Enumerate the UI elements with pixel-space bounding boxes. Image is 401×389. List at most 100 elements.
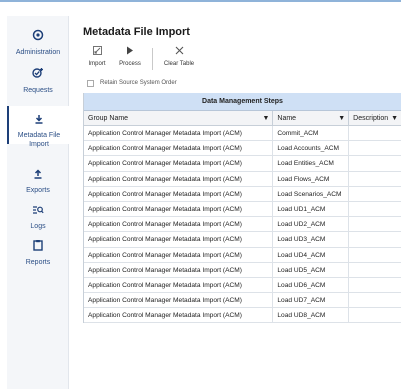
nav-label: Metadata File Import [17, 132, 61, 148]
grid-title: Data Management Steps [84, 93, 401, 111]
nav-label: Exports [26, 187, 50, 194]
clipboard-icon [7, 238, 69, 256]
main-content: Metadata File Import Import Process Clea… [83, 0, 401, 389]
process-button[interactable]: Process [117, 46, 143, 68]
process-label: Process [119, 61, 141, 67]
description-cell[interactable] [349, 263, 401, 277]
name-cell[interactable]: Load UD6_ACM [273, 277, 350, 293]
column-header-label: Name [277, 115, 297, 122]
group-name-cell[interactable]: Application Control Manager Metadata Imp… [84, 201, 274, 217]
group-name-cell[interactable]: Application Control Manager Metadata Imp… [84, 308, 274, 323]
group-name-cell[interactable]: Application Control Manager Metadata Imp… [84, 293, 274, 308]
name-cell[interactable]: Load Scenarios_ACM [273, 186, 350, 201]
nav-label: Logs [30, 223, 46, 230]
name-cell[interactable]: Load UD5_ACM [273, 262, 350, 277]
column-header-group-name[interactable]: Group Name ▼ [84, 111, 274, 126]
table-row[interactable]: Application Control Manager Metadata Imp… [84, 277, 401, 294]
grid-header-row: Group Name ▼ Name ▼ Description ▼ [84, 111, 401, 126]
import-icon [87, 46, 107, 60]
table-row[interactable]: Application Control Manager Metadata Imp… [84, 186, 401, 202]
description-cell[interactable] [349, 232, 401, 246]
table-row[interactable]: Application Control Manager Metadata Imp… [84, 247, 401, 263]
name-cell[interactable]: Load UD4_ACM [273, 247, 350, 262]
description-cell[interactable] [349, 156, 401, 170]
group-name-cell[interactable]: Application Control Manager Metadata Imp… [84, 277, 274, 293]
group-name-cell[interactable]: Application Control Manager Metadata Imp… [84, 247, 274, 262]
description-cell[interactable] [349, 248, 401, 262]
filter-icon[interactable]: ▼ [338, 111, 345, 126]
column-header-name[interactable]: Name ▼ [273, 111, 350, 126]
description-cell[interactable] [349, 293, 401, 307]
requests-icon [7, 66, 69, 84]
data-management-steps-grid: Data Management Steps Group Name ▼ Name … [83, 93, 401, 324]
page-title: Metadata File Import [83, 26, 190, 38]
nav-reports[interactable]: Reports [7, 238, 69, 267]
nav-metadata-file-import[interactable]: Metadata File Import [7, 106, 69, 148]
play-icon [117, 46, 143, 60]
name-cell[interactable]: Load UD3_ACM [273, 232, 350, 247]
group-name-cell[interactable]: Application Control Manager Metadata Imp… [84, 186, 274, 201]
table-row[interactable]: Application Control Manager Metadata Imp… [84, 141, 401, 157]
retain-order-checkbox[interactable] [87, 79, 94, 87]
group-name-cell[interactable]: Application Control Manager Metadata Imp… [84, 217, 274, 232]
table-row[interactable]: Application Control Manager Metadata Imp… [84, 201, 401, 218]
table-row[interactable]: Application Control Manager Metadata Imp… [84, 171, 401, 187]
group-name-cell[interactable]: Application Control Manager Metadata Imp… [84, 156, 274, 171]
filter-icon[interactable]: ▼ [262, 111, 269, 126]
nav-requests[interactable]: Requests [7, 66, 69, 95]
nav-label: Requests [23, 87, 53, 94]
grid-body: Application Control Manager Metadata Imp… [84, 126, 401, 324]
table-row[interactable]: Application Control Manager Metadata Imp… [84, 293, 401, 309]
clear-table-button[interactable]: Clear Table [163, 46, 195, 68]
description-cell[interactable] [349, 202, 401, 216]
toolbar-divider [152, 48, 153, 70]
name-cell[interactable]: Load Entities_ACM [273, 156, 350, 171]
retain-order-option: Retain Source System Order [87, 78, 177, 88]
import-button[interactable]: Import [87, 46, 107, 68]
name-cell[interactable]: Load UD7_ACM [273, 293, 350, 308]
description-cell[interactable] [349, 126, 401, 140]
description-cell[interactable] [349, 278, 401, 292]
group-name-cell[interactable]: Application Control Manager Metadata Imp… [84, 171, 274, 186]
column-header-label: Group Name [88, 115, 129, 122]
name-cell[interactable]: Load UD1_ACM [273, 201, 350, 217]
name-cell[interactable]: Load UD2_ACM [273, 217, 350, 232]
admin-gear-icon [7, 28, 69, 46]
upload-icon [7, 166, 69, 184]
name-cell[interactable]: Load Accounts_ACM [273, 141, 350, 156]
name-cell[interactable]: Load Flows_ACM [273, 171, 350, 186]
filter-icon[interactable]: ▼ [391, 111, 398, 126]
description-cell[interactable] [349, 172, 401, 186]
table-row[interactable]: Application Control Manager Metadata Imp… [84, 232, 401, 248]
table-row[interactable]: Application Control Manager Metadata Imp… [84, 262, 401, 278]
description-cell[interactable] [349, 187, 401, 201]
clear-table-label: Clear Table [163, 61, 195, 67]
column-header-description[interactable]: Description ▼ [349, 111, 401, 125]
sidebar: Administration Requests Metadata File Im… [7, 16, 69, 389]
import-label: Import [88, 61, 106, 67]
group-name-cell[interactable]: Application Control Manager Metadata Imp… [84, 262, 274, 277]
nav-label: Reports [25, 259, 51, 266]
description-cell[interactable] [349, 217, 401, 231]
nav-logs[interactable]: Logs [7, 202, 69, 231]
name-cell[interactable]: Commit_ACM [273, 126, 350, 141]
group-name-cell[interactable]: Application Control Manager Metadata Imp… [84, 141, 274, 156]
logs-search-icon [7, 202, 69, 220]
description-cell[interactable] [349, 308, 401, 322]
name-cell[interactable]: Load UD8_ACM [273, 308, 350, 323]
table-row[interactable]: Application Control Manager Metadata Imp… [84, 308, 401, 324]
nav-exports[interactable]: Exports [7, 166, 69, 195]
table-row[interactable]: Application Control Manager Metadata Imp… [84, 217, 401, 233]
description-cell[interactable] [349, 141, 401, 155]
close-icon [163, 46, 195, 60]
table-row[interactable]: Application Control Manager Metadata Imp… [84, 126, 401, 142]
nav-administration[interactable]: Administration [7, 28, 69, 57]
column-header-label: Description [353, 115, 389, 122]
toolbar: Import Process Clear Table [83, 46, 223, 72]
table-row[interactable]: Application Control Manager Metadata Imp… [84, 156, 401, 172]
download-icon [9, 111, 69, 129]
group-name-cell[interactable]: Application Control Manager Metadata Imp… [84, 126, 274, 141]
nav-label: Administration [15, 49, 61, 56]
group-name-cell[interactable]: Application Control Manager Metadata Imp… [84, 232, 274, 247]
retain-order-label: Retain Source System Order [100, 80, 177, 86]
